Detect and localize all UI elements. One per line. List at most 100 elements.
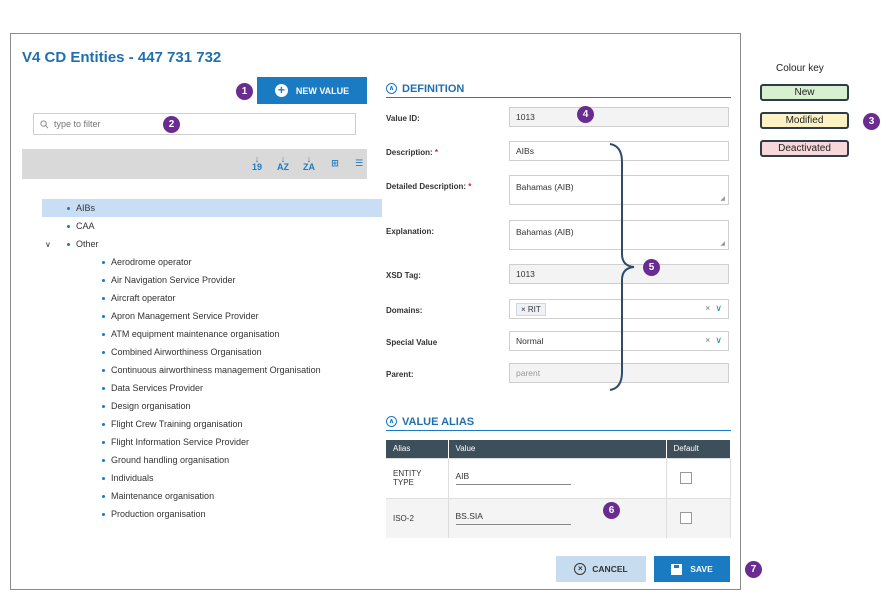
bullet-icon <box>102 260 105 264</box>
tree-item[interactable]: Data Services Provider <box>22 379 367 397</box>
tree-item-label: CAA <box>76 221 95 231</box>
save-button[interactable]: SAVE <box>654 556 730 582</box>
special-value-value: Normal <box>516 336 544 346</box>
resize-handle-icon[interactable]: ◢ <box>720 195 725 202</box>
cancel-label: CANCEL <box>592 564 628 574</box>
bullet-icon <box>102 422 105 426</box>
explanation-value: Bahamas (AIB) <box>516 227 574 237</box>
sort-az-icon[interactable]: ↓ AZ <box>276 155 290 172</box>
filter-box[interactable] <box>33 113 356 135</box>
list-icon[interactable]: ☰ <box>352 155 366 171</box>
bullet-icon <box>102 440 105 444</box>
tree-item[interactable]: ATM equipment maintenance organisation <box>22 325 367 343</box>
tree-item[interactable]: Maintenance organisation <box>22 487 367 505</box>
tree-item[interactable]: AIBs <box>42 199 382 217</box>
tree-item[interactable]: Flight Crew Training organisation <box>22 415 367 433</box>
callout-badge-1: 1 <box>236 83 253 100</box>
tree-item-label: Apron Management Service Provider <box>111 311 259 321</box>
bullet-icon <box>67 242 70 246</box>
domains-label: Domains: <box>386 306 423 315</box>
tree-item[interactable]: Apron Management Service Provider <box>22 307 367 325</box>
tree-item[interactable]: CAA <box>22 217 367 235</box>
callout-badge-7: 7 <box>745 561 762 578</box>
colour-key-title: Colour key <box>776 63 824 74</box>
default-checkbox[interactable] <box>679 472 692 484</box>
tree-item-label: Maintenance organisation <box>111 491 215 501</box>
alias-cell: ENTITY TYPE <box>386 457 449 498</box>
tree-item[interactable]: Ground handling organisation <box>22 451 367 469</box>
tree-item[interactable]: Continuous airworthiness management Orga… <box>22 361 367 379</box>
definition-header[interactable]: ∧ DEFINITION <box>386 80 731 98</box>
filter-input[interactable] <box>54 119 314 129</box>
value-alias-header[interactable]: ∧ VALUE ALIAS <box>386 413 731 431</box>
bullet-icon <box>102 458 105 462</box>
detailed-description-value: Bahamas (AIB) <box>516 182 574 192</box>
tree-item[interactable]: Air Navigation Service Provider <box>22 271 367 289</box>
description-label-text: Description: <box>386 148 433 157</box>
default-checkbox[interactable] <box>679 512 692 525</box>
bullet-icon <box>102 404 105 408</box>
bullet-icon <box>102 476 105 480</box>
description-label: Description: * <box>386 148 438 157</box>
tree-item-label: Other <box>76 239 99 249</box>
sort-numeric-icon[interactable]: ↓ 19 <box>250 155 264 172</box>
bullet-icon <box>102 368 105 372</box>
parent-placeholder: parent <box>516 368 541 378</box>
domain-tag[interactable]: × RIT <box>516 302 546 316</box>
callout-badge-2: 2 <box>163 116 180 133</box>
tree-item[interactable]: Individuals <box>22 469 367 487</box>
alias-value-input[interactable]: AIB <box>455 471 571 485</box>
tree-item[interactable]: Design organisation <box>22 397 367 415</box>
chevron-up-icon: ∧ <box>386 83 397 94</box>
cancel-button[interactable]: × CANCEL <box>556 556 646 582</box>
tree-item-label: Combined Airworthiness Organisation <box>111 347 262 357</box>
required-mark: * <box>468 182 472 191</box>
brace-annotation <box>609 143 635 391</box>
tree-item[interactable]: Production organisation <box>22 505 367 523</box>
tree-item-label: Data Services Provider <box>111 383 204 393</box>
tree-item[interactable]: Aircraft operator <box>22 289 367 307</box>
chevron-down-icon[interactable]: ∨ <box>45 240 51 249</box>
chevron-down-icon[interactable]: ∨ <box>715 335 722 345</box>
bullet-icon <box>102 314 105 318</box>
required-mark: * <box>434 148 439 157</box>
resize-handle-icon[interactable]: ◢ <box>720 240 725 247</box>
callout-badge-5: 5 <box>643 259 660 276</box>
alias-table: Alias Value Default ENTITY TYPE AIB ISO-… <box>386 440 731 538</box>
tree-item[interactable]: ∨ Other <box>22 235 367 253</box>
tree-item-label: Aircraft operator <box>111 293 176 303</box>
description-value: AIBs <box>516 146 534 156</box>
column-header: Alias <box>386 440 449 458</box>
bullet-icon <box>102 296 105 300</box>
definition-heading: DEFINITION <box>402 82 465 95</box>
tree-item-label: AIBs <box>76 203 96 213</box>
entity-dialog: V4 CD Entities - 447 731 732 1 + NEW VAL… <box>10 33 741 590</box>
value-cell: BS.SIA <box>448 497 667 538</box>
clear-icon[interactable]: × <box>705 335 710 345</box>
bullet-icon <box>102 350 105 354</box>
clear-icon[interactable]: × <box>705 303 710 313</box>
value-cell: AIB <box>448 457 667 498</box>
alias-value-input[interactable]: BS.SIA <box>455 511 571 526</box>
bullet-icon <box>102 332 105 336</box>
column-header: Default <box>666 440 731 458</box>
tree-item-label: Air Navigation Service Provider <box>111 275 236 285</box>
new-value-button[interactable]: + NEW VALUE <box>257 77 367 104</box>
chevron-up-icon: ∧ <box>386 416 397 427</box>
select-controls[interactable]: × ∨ <box>705 335 722 346</box>
tree-item[interactable]: Aerodrome operator <box>22 253 367 271</box>
sort-za-icon[interactable]: ↓ ZA <box>302 155 316 172</box>
callout-badge-4: 4 <box>577 106 594 123</box>
bullet-icon <box>102 386 105 390</box>
detailed-label-text: Detailed Description: <box>386 182 467 191</box>
chevron-down-icon[interactable]: ∨ <box>715 303 722 313</box>
hierarchy-icon[interactable]: ⊞ <box>328 155 342 171</box>
default-cell <box>666 497 731 538</box>
tree-item-label: Continuous airworthiness management Orga… <box>111 365 321 375</box>
domain-tag-label: RIT <box>527 304 541 314</box>
tree-item[interactable]: Combined Airworthiness Organisation <box>22 343 367 361</box>
search-icon <box>40 119 49 128</box>
tree-item-label: Flight Information Service Provider <box>111 437 250 447</box>
select-controls[interactable]: × ∨ <box>705 303 722 314</box>
tree-item[interactable]: Flight Information Service Provider <box>22 433 367 451</box>
